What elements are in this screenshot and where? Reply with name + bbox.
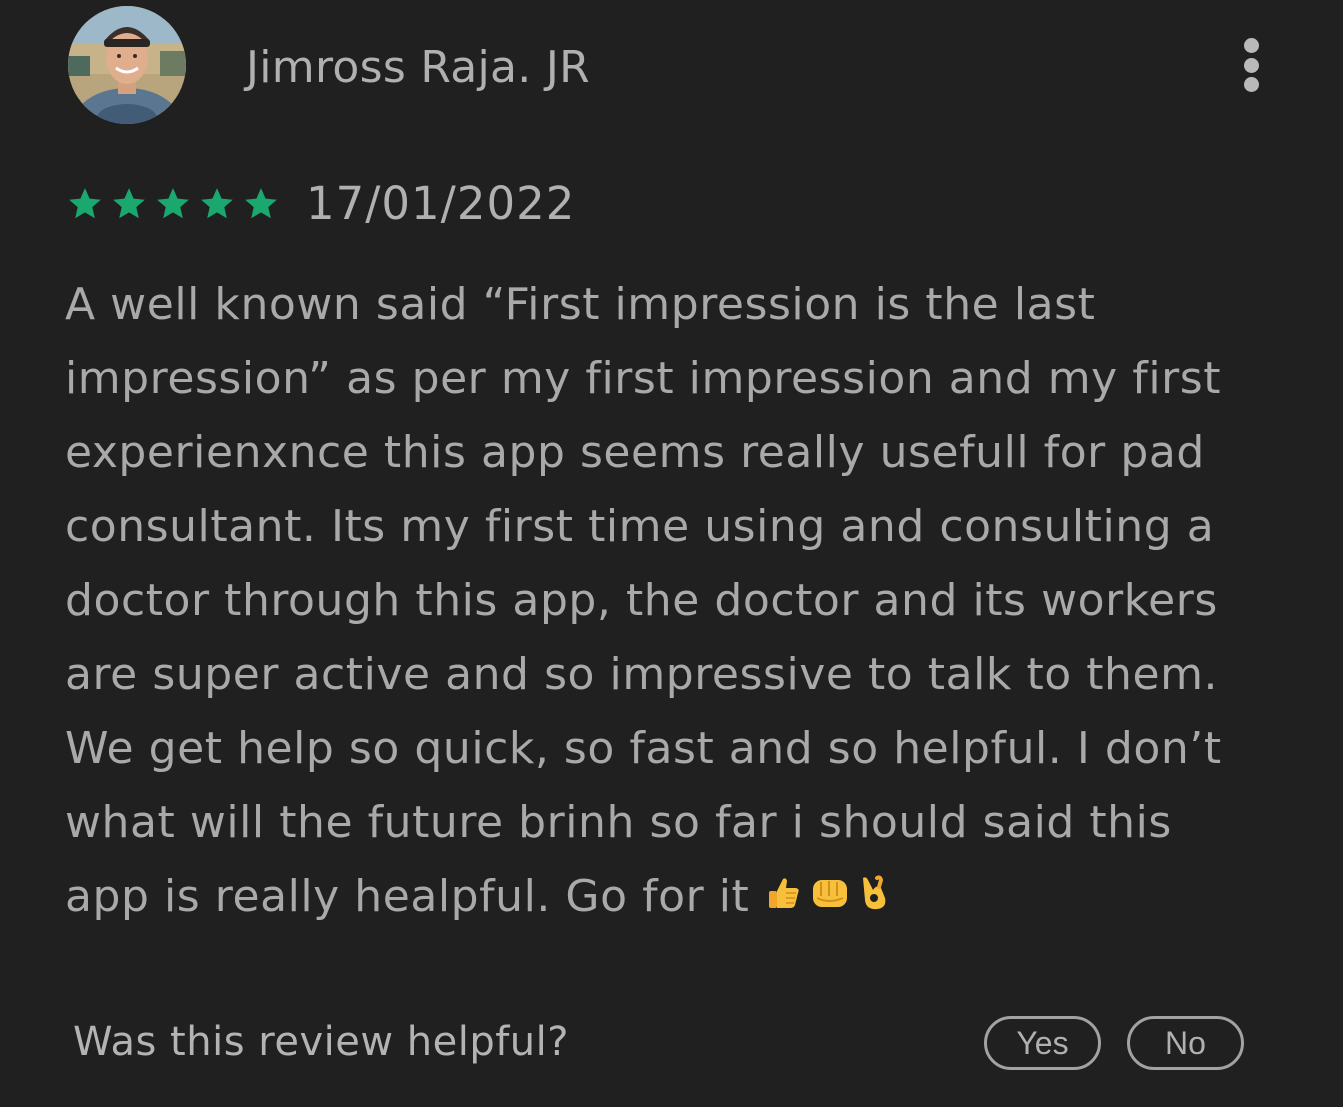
rating-row: 17/01/2022 [66, 174, 575, 234]
review-line: doctor through this app, the doctor and … [65, 575, 1218, 626]
star-icon [113, 188, 145, 219]
menu-dot [1243, 77, 1259, 92]
reviewer-name: Jimross Raja. JR [246, 42, 591, 93]
review-date: 17/01/2022 [306, 177, 576, 230]
star-rating [66, 185, 286, 223]
helpful-footer: Was this review helpful? Yes No [73, 1012, 1248, 1076]
ok-hand-icon [863, 875, 886, 910]
menu-dot [1243, 57, 1259, 73]
yes-button[interactable]: Yes [984, 1016, 1101, 1070]
review-line: experienxnce this app seems really usefu… [65, 427, 1205, 478]
helpful-question: Was this review helpful? [73, 1019, 570, 1065]
star-icon [69, 188, 101, 219]
more-options-icon[interactable] [1226, 32, 1276, 98]
review-text: A well known said “First impression is t… [65, 268, 1290, 934]
review-line: A well known said “First impression is t… [65, 279, 1096, 330]
fist-icon [813, 880, 848, 907]
review-line: are super active and so impressive to ta… [65, 649, 1219, 700]
star-icon [157, 188, 189, 219]
review-line: impression” as per my first impression a… [65, 353, 1222, 404]
star-icon [201, 188, 233, 219]
star-icon [245, 188, 277, 219]
review-line-text: app is really healpful. Go for it [65, 871, 750, 922]
avatar [68, 6, 186, 124]
review-line-last: app is really healpful. Go for it [65, 860, 1290, 934]
thumbs-up-icon [769, 878, 800, 908]
no-button[interactable]: No [1127, 1016, 1244, 1070]
review-line: We get help so quick, so fast and so hel… [65, 723, 1222, 774]
menu-dot [1243, 38, 1259, 53]
review-line: consultant. Its my first time using and … [65, 501, 1215, 552]
emoji-group [765, 874, 897, 912]
review-line: what will the future brinh so far i shou… [65, 797, 1172, 848]
